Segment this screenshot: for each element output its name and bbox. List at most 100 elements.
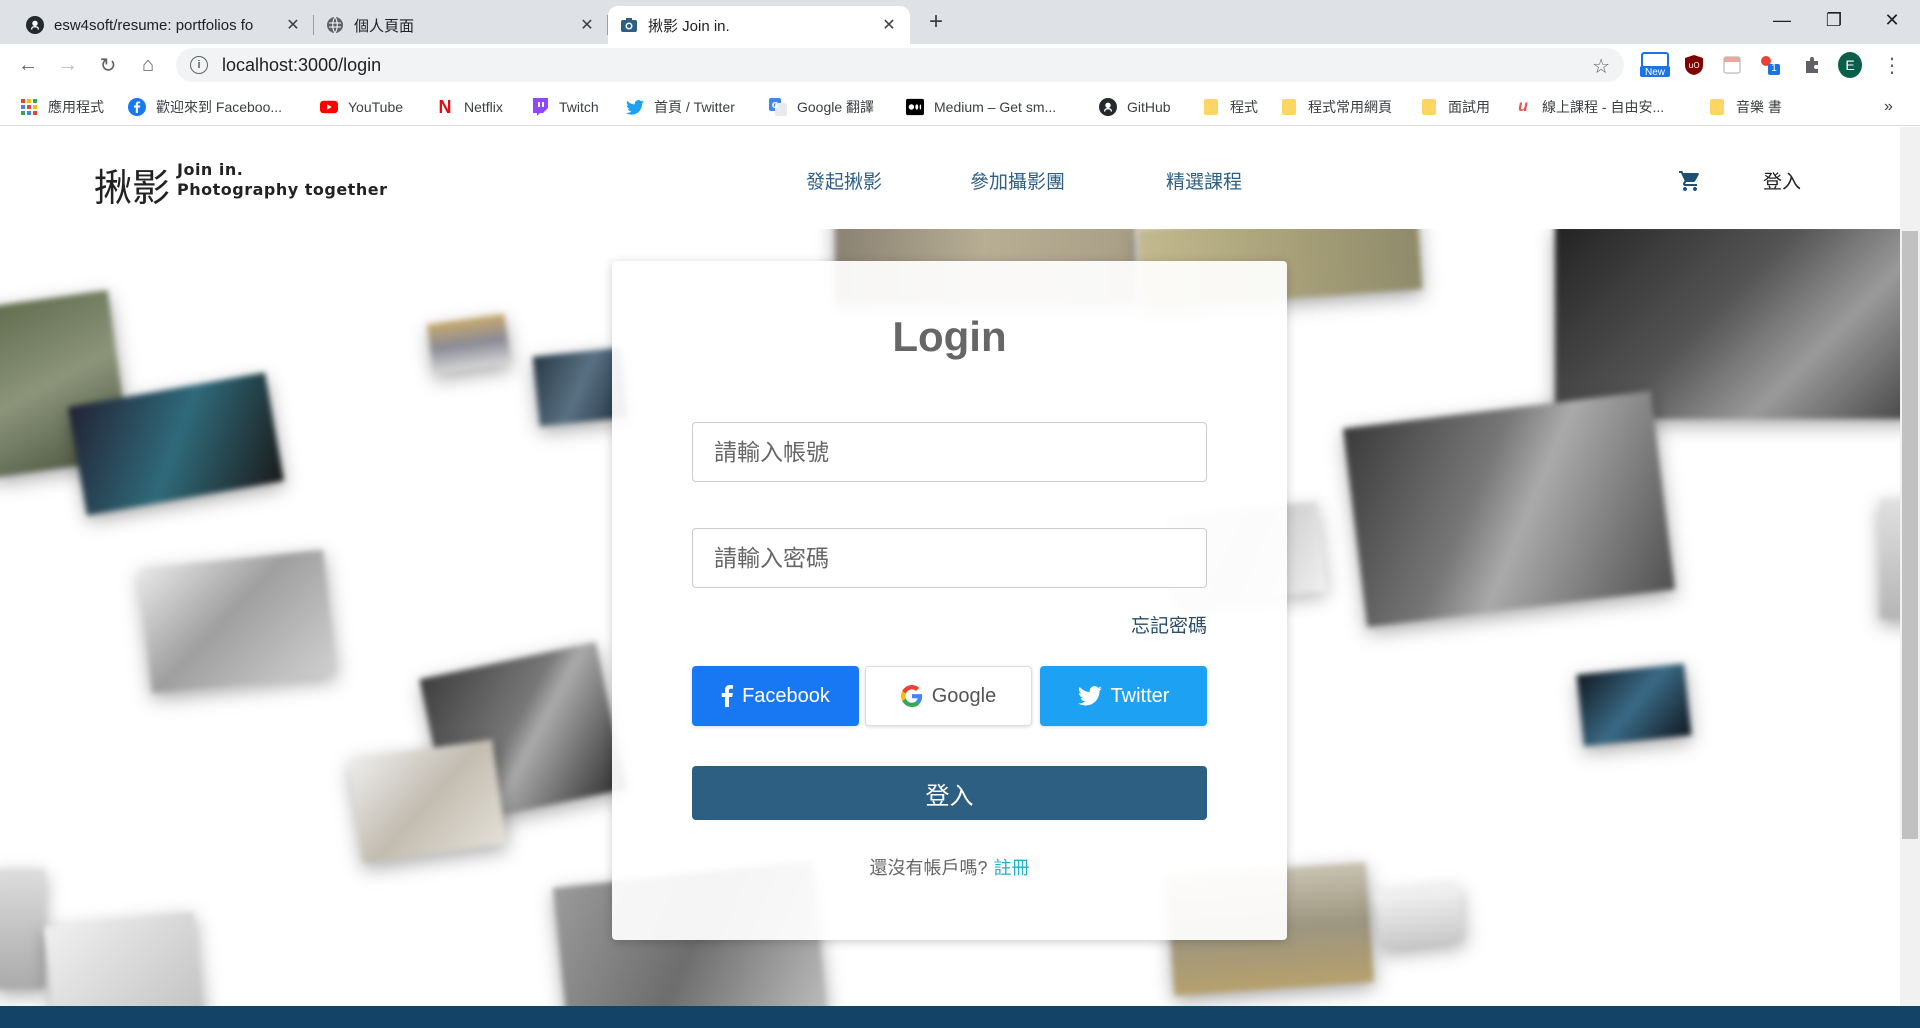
- background-photo: [1342, 390, 1676, 628]
- bookmark-medium[interactable]: Medium – Get sm...: [906, 96, 1056, 118]
- google-login-button[interactable]: Google: [865, 666, 1032, 726]
- minimize-icon[interactable]: —: [1754, 0, 1810, 40]
- tab-title: esw4soft/resume: portfolios fo: [54, 16, 254, 34]
- tab-personal-page[interactable]: 個人頁面 ✕: [314, 6, 608, 44]
- bookmark-label: Google 翻譯: [797, 99, 875, 115]
- background-photo: [1576, 663, 1692, 747]
- login-title: Login: [892, 313, 1007, 360]
- twitter-icon: [626, 98, 644, 116]
- bookmark-label: 首頁 / Twitter: [654, 99, 735, 115]
- ublock-icon[interactable]: uO: [1682, 53, 1706, 77]
- bookmark-folder-code-sites[interactable]: 程式常用網頁: [1280, 96, 1392, 118]
- svg-text:uO: uO: [1688, 61, 1699, 70]
- bookmark-youtube[interactable]: YouTube: [320, 96, 403, 118]
- back-icon[interactable]: ←: [12, 49, 44, 81]
- extension-new-icon[interactable]: New: [1640, 52, 1670, 78]
- browser-menu-icon[interactable]: ⋮: [1880, 53, 1904, 77]
- bookmark-netflix[interactable]: N Netflix: [436, 96, 503, 118]
- apps-grid-icon: [20, 98, 38, 116]
- login-submit-button[interactable]: 登入: [692, 766, 1207, 820]
- bookmark-facebook[interactable]: 歡迎來到 Faceboo...: [128, 96, 282, 118]
- tab-title: 揪影 Join in.: [648, 17, 730, 35]
- notification-extension-icon[interactable]: 1: [1758, 53, 1782, 77]
- logo-chinese[interactable]: 揪影: [94, 157, 170, 212]
- bookmark-label: 面試用: [1448, 99, 1490, 115]
- facebook-f-icon: [721, 685, 734, 707]
- site-footer: [0, 1006, 1920, 1028]
- tab-close-icon[interactable]: ✕: [284, 16, 302, 34]
- bookmark-label: 音樂 書: [1736, 99, 1782, 115]
- forward-icon[interactable]: →: [52, 49, 84, 81]
- bookmark-twitter[interactable]: 首頁 / Twitter: [626, 96, 735, 118]
- bookmark-label: 線上課程 - 自由安...: [1542, 99, 1665, 115]
- folder-icon: [1280, 98, 1298, 116]
- bookmark-folder-music[interactable]: 音樂 書: [1708, 96, 1782, 118]
- browser-toolbar: ← → ↻ ⌂ i localhost:3000/login ☆ New uO …: [0, 44, 1920, 86]
- twitch-icon: [531, 98, 549, 116]
- facebook-login-button[interactable]: Facebook: [692, 666, 859, 726]
- bookmark-apps[interactable]: 應用程式: [20, 96, 104, 118]
- header-login-link[interactable]: 登入: [1763, 167, 1801, 194]
- bookmark-folder-code[interactable]: 程式: [1202, 96, 1258, 118]
- site-header: 揪影 Join in. Photography together 發起揪影 參加…: [0, 127, 1900, 229]
- google-translate-icon: G: [769, 98, 787, 116]
- tab-github-resume[interactable]: esw4soft/resume: portfolios fo ✕: [14, 6, 314, 44]
- register-link[interactable]: 註冊: [994, 858, 1030, 878]
- shopping-cart-icon[interactable]: [1678, 169, 1702, 193]
- medium-icon: [906, 98, 924, 116]
- bookmark-label: Medium – Get sm...: [934, 99, 1057, 115]
- facebook-button-label: Facebook: [742, 684, 830, 707]
- nav-start-photo-event[interactable]: 發起揪影: [806, 167, 882, 194]
- tab-title: 個人頁面: [354, 17, 415, 35]
- reload-icon[interactable]: ↻: [92, 49, 124, 81]
- bookmark-udemy[interactable]: u 線上課程 - 自由安...: [1514, 96, 1664, 118]
- more-bookmarks-icon[interactable]: »: [1884, 96, 1893, 118]
- window-close-icon[interactable]: ✕: [1864, 0, 1920, 40]
- camera-icon: [620, 16, 638, 34]
- calendar-extension-icon[interactable]: [1720, 53, 1744, 77]
- bookmark-label: 應用程式: [48, 99, 104, 115]
- tab-close-icon[interactable]: ✕: [880, 16, 898, 34]
- facebook-icon: [128, 98, 146, 116]
- site-info-icon[interactable]: i: [190, 56, 208, 74]
- account-input[interactable]: [692, 422, 1207, 482]
- twitter-login-button[interactable]: Twitter: [1040, 666, 1207, 726]
- page-viewport: 揪影 Join in. Photography together 發起揪影 參加…: [0, 127, 1920, 1028]
- bookmark-google-translate[interactable]: G Google 翻譯: [769, 96, 874, 118]
- logo-tagline[interactable]: Join in. Photography together: [177, 160, 387, 200]
- bookmark-github[interactable]: GitHub: [1099, 96, 1171, 118]
- extensions-puzzle-icon[interactable]: [1800, 53, 1824, 77]
- bookmark-star-icon[interactable]: ☆: [1592, 54, 1610, 79]
- background-photo: [138, 549, 337, 694]
- tab-joinin[interactable]: 揪影 Join in. ✕: [608, 6, 910, 44]
- nav-featured-courses[interactable]: 精選課程: [1166, 167, 1242, 194]
- forgot-password-link[interactable]: 忘記密碼: [1131, 611, 1207, 638]
- password-input[interactable]: [692, 528, 1207, 588]
- bookmarks-bar: 應用程式 歡迎來到 Faceboo... YouTube N Netflix T…: [0, 86, 1920, 126]
- new-tab-icon[interactable]: +: [922, 8, 950, 36]
- scrollbar-thumb[interactable]: [1902, 231, 1918, 839]
- bookmark-label: Netflix: [464, 99, 503, 115]
- page-scrollbar[interactable]: [1900, 127, 1920, 1006]
- background-photo: [426, 313, 512, 375]
- udemy-icon: u: [1518, 98, 1528, 115]
- address-bar[interactable]: i localhost:3000/login ☆: [176, 48, 1624, 82]
- no-account-text: 還沒有帳戶嗎?: [869, 858, 988, 878]
- bookmark-folder-interview[interactable]: 面試用: [1420, 96, 1490, 118]
- folder-icon: [1708, 98, 1726, 116]
- nav-join-photo-group[interactable]: 參加攝影團: [970, 167, 1065, 194]
- login-card: Login 忘記密碼 Facebook Google Twitter 登入 還沒…: [612, 261, 1287, 940]
- url-text: localhost:3000/login: [222, 54, 382, 75]
- bookmark-twitch[interactable]: Twitch: [531, 96, 599, 118]
- svg-text:G: G: [772, 101, 779, 110]
- signup-prompt: 還沒有帳戶嗎? 註冊: [612, 854, 1287, 880]
- github-icon: [1099, 98, 1117, 116]
- background-photo: [1555, 229, 1900, 419]
- twitter-bird-icon: [1077, 686, 1102, 706]
- browser-tab-strip: esw4soft/resume: portfolios fo ✕ 個人頁面 ✕ …: [0, 0, 1920, 44]
- bookmark-label: YouTube: [348, 99, 404, 115]
- profile-avatar[interactable]: E: [1838, 52, 1862, 78]
- tab-close-icon[interactable]: ✕: [578, 16, 596, 34]
- restore-icon[interactable]: ❐: [1806, 0, 1862, 40]
- home-icon[interactable]: ⌂: [132, 49, 164, 81]
